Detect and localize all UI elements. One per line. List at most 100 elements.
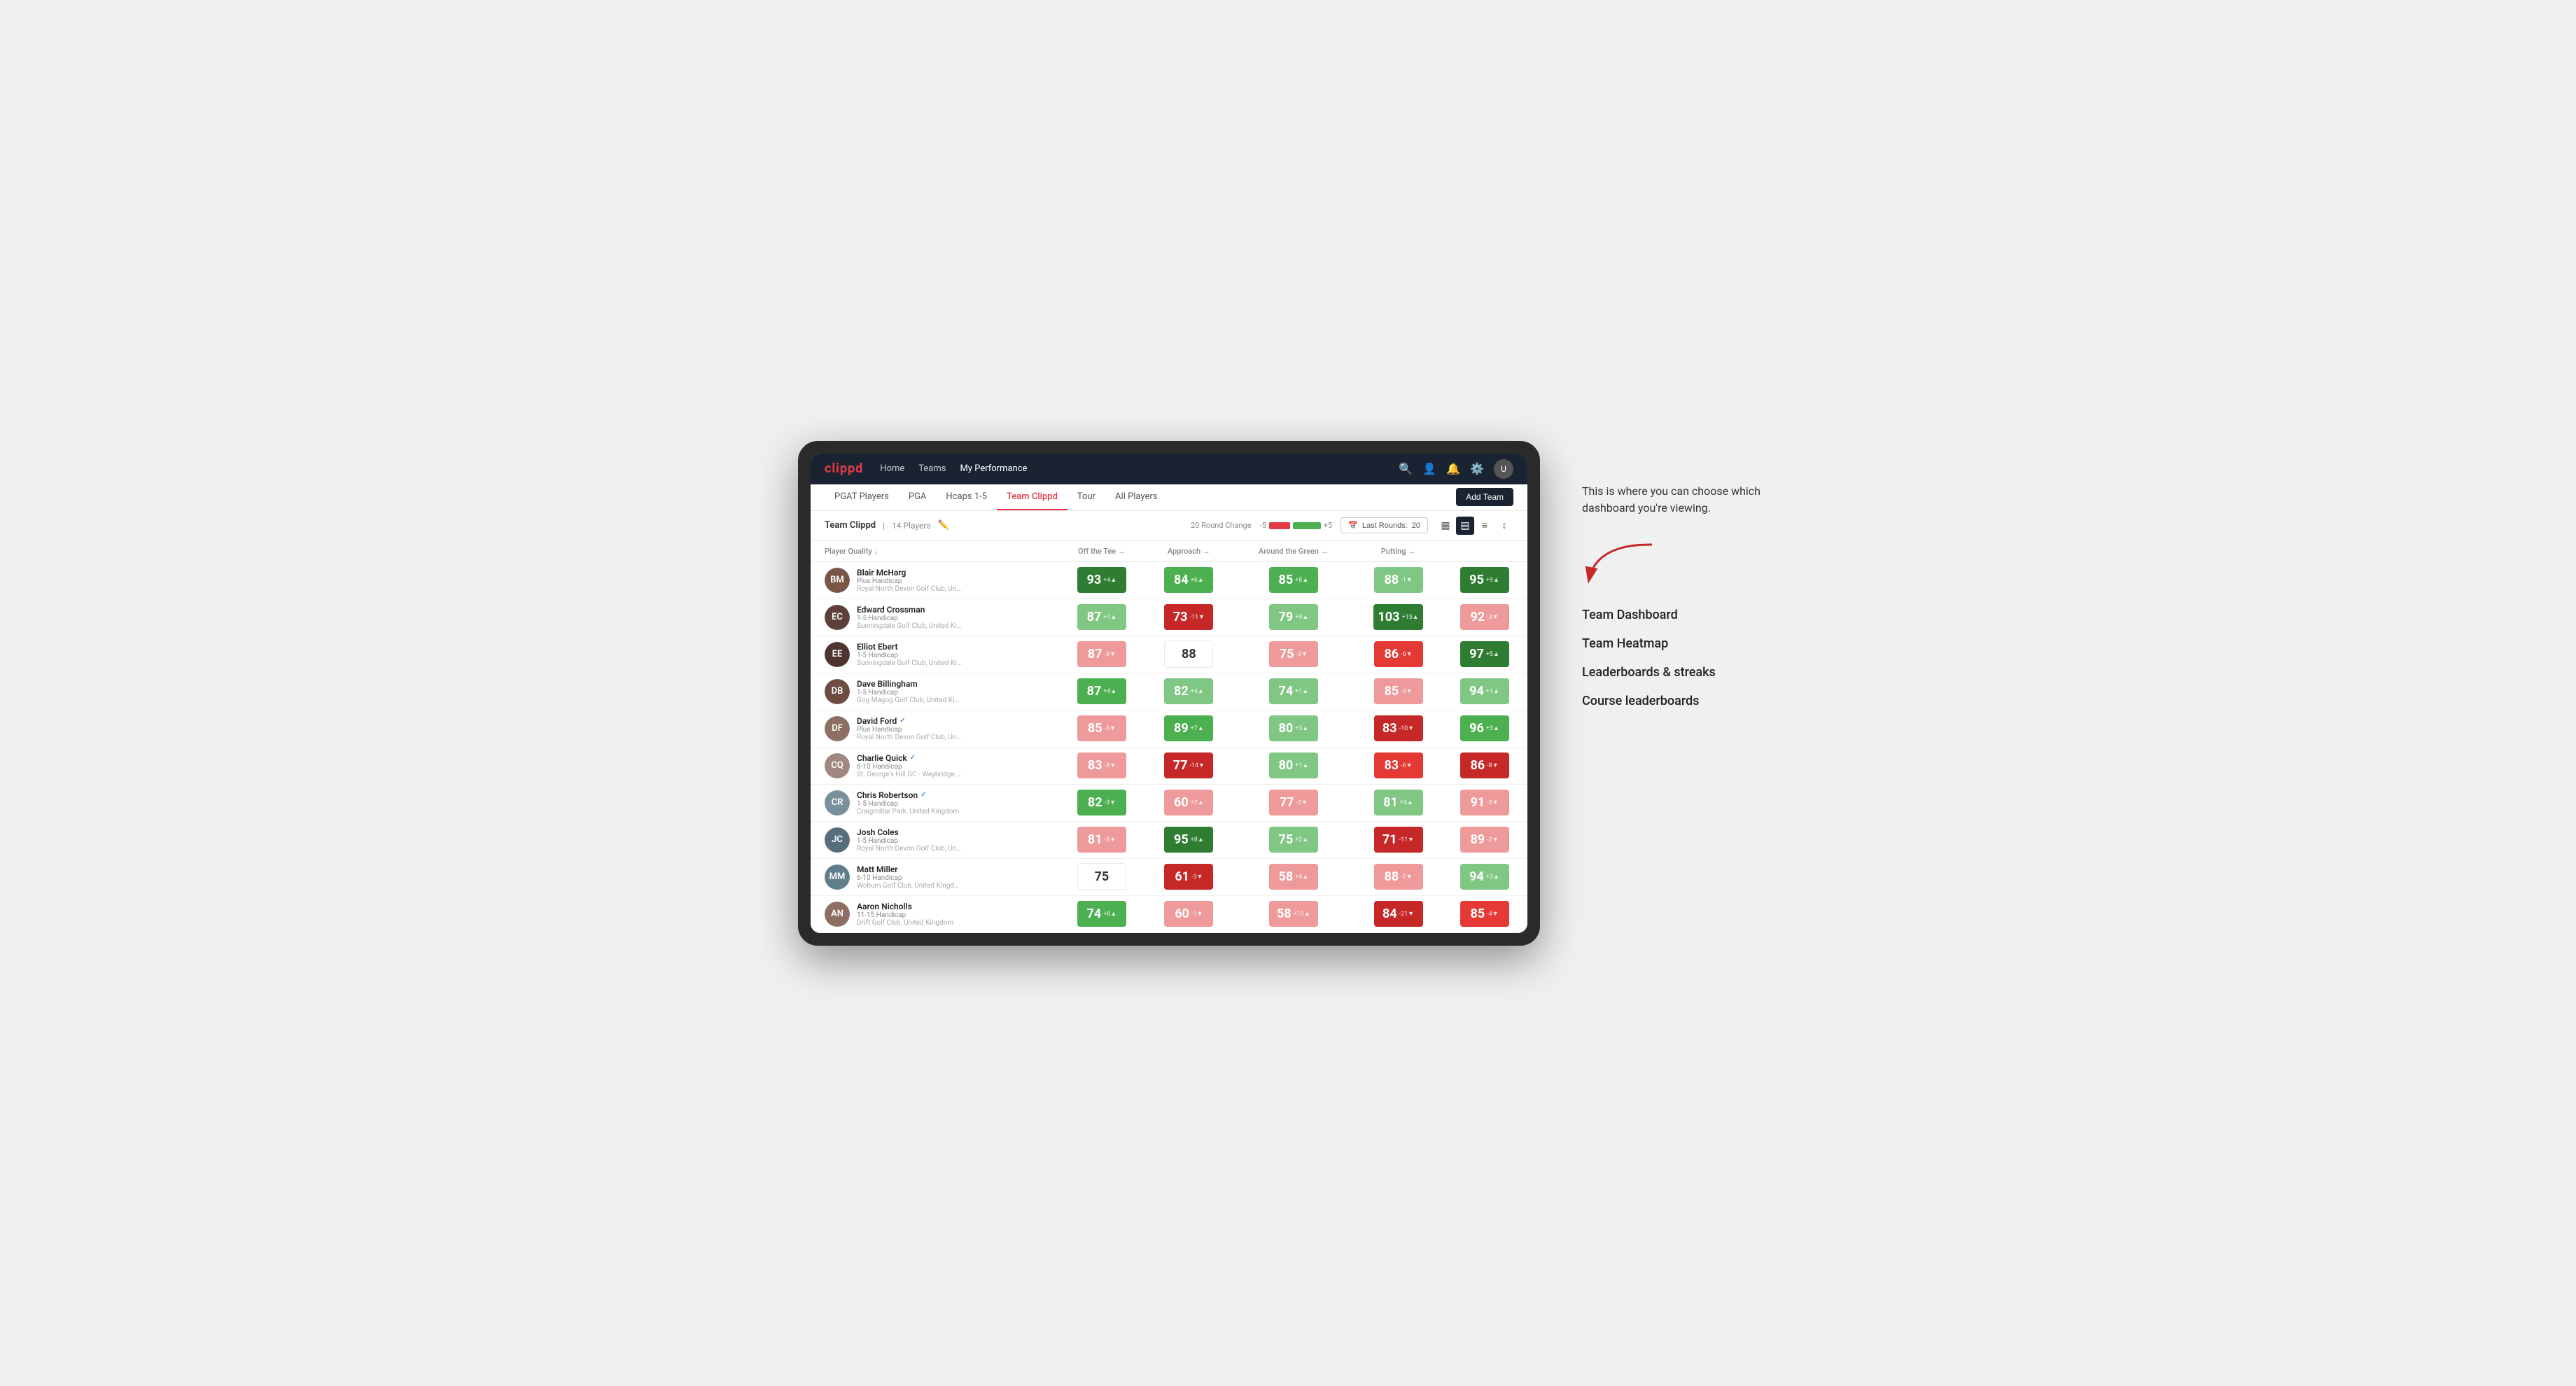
metric-value-green-3: 85 <box>1384 684 1399 699</box>
tab-pgat-players[interactable]: PGAT Players <box>825 484 899 510</box>
player-name-1: Edward Crossman <box>857 605 962 615</box>
user-icon[interactable]: 👤 <box>1422 462 1436 475</box>
table-row[interactable]: EC Edward Crossman 1-5 Handicap Sunningd… <box>811 598 1527 636</box>
metric-change: +9▲ <box>1295 613 1308 621</box>
player-cell-7[interactable]: JC Josh Coles 1-5 Handicap Royal North D… <box>811 821 1058 858</box>
metric-value-putting-2: 97 <box>1469 647 1484 662</box>
player-cell-0[interactable]: BM Blair McHarg Plus Handicap Royal Nort… <box>811 561 1058 598</box>
bell-icon[interactable]: 🔔 <box>1446 462 1460 475</box>
metric-change: -3▼ <box>1105 762 1116 769</box>
metric-green-2: 86 -6▼ <box>1355 636 1441 673</box>
metric-value-quality-3: 87 <box>1087 684 1102 699</box>
player-cell-3[interactable]: DB Dave Billingham 1-5 Handicap Gog Mago… <box>811 673 1058 710</box>
player-details-5: Charlie Quick ✓ 6-10 Handicap St. George… <box>857 753 962 778</box>
player-handicap-4: Plus Handicap <box>857 726 962 734</box>
metric-change: -8▼ <box>1487 762 1498 769</box>
metric-box-green-6: 81 +4▲ <box>1374 790 1423 816</box>
metric-change: +10▲ <box>1294 910 1310 918</box>
table-row[interactable]: AN Aaron Nicholls 11-15 Handicap Drift G… <box>811 895 1527 932</box>
table-row[interactable]: CR Chris Robertson ✓ 1-5 Handicap Craigm… <box>811 784 1527 821</box>
heatmap-view-button[interactable]: ▤ <box>1456 517 1474 535</box>
metric-box-tee-1: 73 -11▼ <box>1164 604 1213 630</box>
metric-tee-3: 82 +4▲ <box>1146 673 1232 710</box>
metric-value-putting-6: 91 <box>1470 795 1485 810</box>
last-rounds-button[interactable]: 📅 Last Rounds: 20 <box>1340 517 1428 533</box>
nav-links: Home Teams My Performance <box>880 461 1382 477</box>
nav-home[interactable]: Home <box>880 461 904 477</box>
annotation-item-course: Course leaderboards <box>1582 694 1778 708</box>
metric-approach-8: 58 +4▲ <box>1232 858 1355 895</box>
tab-hcaps[interactable]: Hcaps 1-5 <box>936 484 997 510</box>
grid-view-button[interactable]: ▦ <box>1436 517 1455 535</box>
avatar-initials-9: AN <box>825 902 850 927</box>
metric-quality-6: 82 -3▼ <box>1058 784 1146 821</box>
player-name-6: Chris Robertson ✓ <box>857 790 959 800</box>
table-row[interactable]: JC Josh Coles 1-5 Handicap Royal North D… <box>811 821 1527 858</box>
col-player-quality[interactable]: Player Quality ↓ <box>811 541 1058 562</box>
col-off-tee[interactable]: Off the Tee → <box>1058 541 1146 562</box>
metric-change: +4▲ <box>1295 873 1308 881</box>
metric-approach-9: 58 +10▲ <box>1232 895 1355 932</box>
metric-box-quality-5: 83 -3▼ <box>1077 752 1126 778</box>
tab-tour[interactable]: Tour <box>1068 484 1105 510</box>
metric-change: +1▲ <box>1103 613 1116 621</box>
metric-value-quality-4: 85 <box>1088 721 1102 736</box>
add-team-button[interactable]: Add Team <box>1456 488 1513 506</box>
metric-value-putting-1: 92 <box>1470 610 1485 624</box>
search-icon[interactable]: 🔍 <box>1399 462 1413 475</box>
metric-putting-1: 92 -3▼ <box>1441 598 1527 636</box>
metric-green-4: 83 -10▼ <box>1355 710 1441 747</box>
player-name-2: Elliot Ebert <box>857 642 962 652</box>
metric-approach-3: 74 +1▲ <box>1232 673 1355 710</box>
player-cell-2[interactable]: EE Elliot Ebert 1-5 Handicap Sunningdale… <box>811 636 1058 673</box>
metric-box-green-4: 83 -10▼ <box>1374 715 1423 741</box>
edit-icon[interactable]: ✏️ <box>938 520 949 531</box>
metric-change: -3▼ <box>1105 836 1116 844</box>
tab-team-clippd[interactable]: Team Clippd <box>997 484 1068 510</box>
tab-all-players[interactable]: All Players <box>1105 484 1167 510</box>
table-row[interactable]: CQ Charlie Quick ✓ 6-10 Handicap St. Geo… <box>811 747 1527 784</box>
table-row[interactable]: MM Matt Miller 6-10 Handicap Woburn Golf… <box>811 858 1527 895</box>
metric-value-approach-0: 85 <box>1279 573 1294 587</box>
player-handicap-7: 1-5 Handicap <box>857 837 962 845</box>
metric-value-quality-5: 83 <box>1088 758 1102 773</box>
nav-teams[interactable]: Teams <box>918 461 946 477</box>
metric-box-quality-0: 93 +4▲ <box>1077 567 1126 593</box>
player-name-4: David Ford ✓ <box>857 716 962 726</box>
settings-icon[interactable]: ⚙️ <box>1470 462 1484 475</box>
avatar-initials-5: CQ <box>825 753 850 778</box>
player-cell-9[interactable]: AN Aaron Nicholls 11-15 Handicap Drift G… <box>811 895 1058 932</box>
metric-quality-8: 75 <box>1058 858 1146 895</box>
metric-green-7: 71 -11▼ <box>1355 821 1441 858</box>
col-putting[interactable]: Putting → <box>1355 541 1441 562</box>
metric-value-tee-0: 84 <box>1174 573 1189 587</box>
player-cell-5[interactable]: CQ Charlie Quick ✓ 6-10 Handicap St. Geo… <box>811 747 1058 784</box>
col-around-green[interactable]: Around the Green → <box>1232 541 1355 562</box>
player-cell-8[interactable]: MM Matt Miller 6-10 Handicap Woburn Golf… <box>811 858 1058 895</box>
tab-pga[interactable]: PGA <box>899 484 937 510</box>
table-row[interactable]: DF David Ford ✓ Plus Handicap Royal Nort… <box>811 710 1527 747</box>
nav-my-performance[interactable]: My Performance <box>960 461 1027 477</box>
user-avatar[interactable]: U <box>1494 459 1513 479</box>
player-cell-6[interactable]: CR Chris Robertson ✓ 1-5 Handicap Craigm… <box>811 784 1058 821</box>
metric-value-quality-6: 82 <box>1088 795 1102 810</box>
player-handicap-1: 1-5 Handicap <box>857 615 962 622</box>
list-view-button[interactable]: ≡ <box>1476 517 1494 535</box>
table-row[interactable]: BM Blair McHarg Plus Handicap Royal Nort… <box>811 561 1527 598</box>
calendar-icon: 📅 <box>1348 521 1358 530</box>
metric-value-green-2: 86 <box>1384 647 1399 662</box>
player-cell-4[interactable]: DF David Ford ✓ Plus Handicap Royal Nort… <box>811 710 1058 747</box>
metric-value-tee-8: 61 <box>1175 869 1189 884</box>
player-details-4: David Ford ✓ Plus Handicap Royal North D… <box>857 716 962 741</box>
metric-change: +4▲ <box>1103 576 1116 584</box>
avatar-initials-6: CR <box>825 790 850 816</box>
col-approach[interactable]: Approach → <box>1146 541 1232 562</box>
table-row[interactable]: EE Elliot Ebert 1-5 Handicap Sunningdale… <box>811 636 1527 673</box>
table-row[interactable]: DB Dave Billingham 1-5 Handicap Gog Mago… <box>811 673 1527 710</box>
verified-icon: ✓ <box>899 717 905 724</box>
player-cell-1[interactable]: EC Edward Crossman 1-5 Handicap Sunningd… <box>811 598 1058 636</box>
metric-value-green-5: 83 <box>1384 758 1399 773</box>
settings-view-button[interactable]: ↕ <box>1495 517 1513 535</box>
metric-putting-5: 86 -8▼ <box>1441 747 1527 784</box>
metric-green-9: 84 -21▼ <box>1355 895 1441 932</box>
